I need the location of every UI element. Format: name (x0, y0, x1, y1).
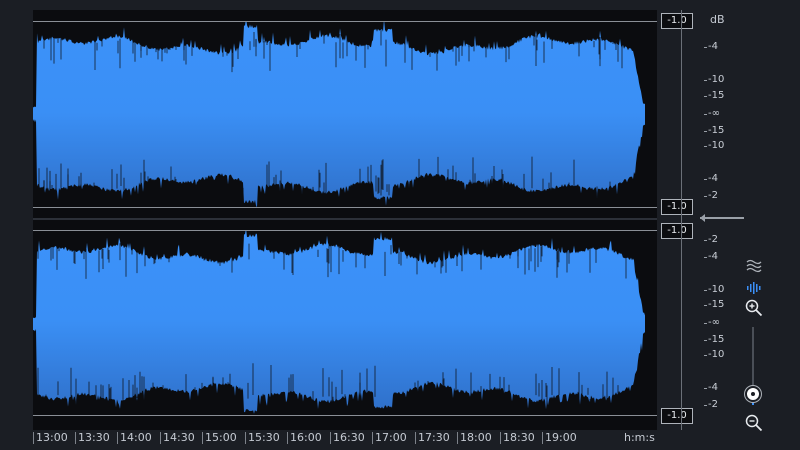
clip-level-tag[interactable]: -1.0 (661, 199, 693, 215)
time-tick: 15:30 (245, 430, 280, 446)
db-tick: -2 (704, 234, 718, 245)
clip-line-top-upper (33, 21, 657, 22)
time-tick: 13:00 (33, 430, 68, 446)
time-tick: 14:00 (117, 430, 152, 446)
db-tick: -15 (703, 90, 725, 101)
clip-level-tag[interactable]: -1.0 (661, 408, 693, 424)
db-tick: -15 (703, 334, 725, 345)
time-tick: 15:00 (202, 430, 237, 446)
time-tick: 18:00 (457, 430, 492, 446)
clip-level-tag[interactable]: -1.0 (661, 223, 693, 239)
clip-line-top-lower (33, 207, 657, 208)
db-unit-label: dB (710, 13, 725, 26)
channel-divider (33, 218, 657, 220)
db-tick: -4 (704, 173, 718, 184)
time-ruler[interactable]: 13:00 13:30 14:00 14:30 15:00 15:30 16:0… (33, 430, 657, 450)
time-tick: 16:00 (287, 430, 322, 446)
time-tick: 18:30 (500, 430, 535, 446)
db-tick: -∞ (704, 317, 720, 328)
db-tick: -15 (703, 299, 725, 310)
vertical-scroll-track[interactable] (681, 10, 682, 430)
clip-level-tag[interactable]: -1.0 (661, 13, 693, 29)
db-tick: -∞ (704, 108, 720, 119)
time-unit-label: h:m:s (624, 431, 655, 444)
time-tick: 17:30 (415, 430, 450, 446)
db-tick: -15 (703, 125, 725, 136)
db-tick: -2 (704, 190, 718, 201)
db-tick: -10 (703, 349, 725, 360)
zoom-slider-thumb[interactable] (745, 386, 761, 402)
zoom-in-icon[interactable] (744, 298, 764, 318)
time-tick: 19:00 (542, 430, 577, 446)
channel-top-waveform[interactable] (33, 21, 657, 207)
clip-line-bottom-lower (33, 415, 657, 416)
db-tick: -10 (703, 284, 725, 295)
db-tick: -10 (703, 74, 725, 85)
zoom-out-icon[interactable] (744, 413, 764, 433)
db-tick: -4 (704, 41, 718, 52)
channel-bottom-waveform[interactable] (33, 230, 657, 416)
db-tick: -4 (704, 382, 718, 393)
db-tick: -10 (703, 140, 725, 151)
clip-line-bottom-upper (33, 230, 657, 231)
db-tick: -4 (704, 251, 718, 262)
channel-split-handle[interactable] (700, 214, 744, 222)
waveform-view-icon[interactable] (744, 256, 764, 276)
waveform-bottom-svg (33, 230, 645, 414)
waveform-top-svg (33, 21, 645, 207)
spectrogram-view-icon[interactable] (744, 278, 764, 298)
time-tick: 16:30 (330, 430, 365, 446)
time-tick: 17:00 (372, 430, 407, 446)
time-tick: 13:30 (75, 430, 110, 446)
time-tick: 14:30 (160, 430, 195, 446)
waveform-shape (33, 21, 645, 207)
zoom-slider-track[interactable] (752, 327, 754, 395)
db-tick: -2 (704, 399, 718, 410)
